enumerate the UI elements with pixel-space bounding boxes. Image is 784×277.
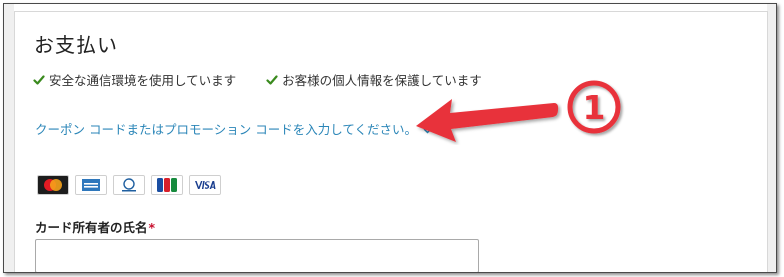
security-note-label: 安全な通信環境を使用しています (49, 73, 237, 88)
cardholder-name-input[interactable] (35, 239, 479, 272)
mastercard-logo (37, 175, 69, 195)
security-note-label: お客様の個人情報を保護しています (282, 73, 482, 88)
page-margin-left (4, 4, 14, 272)
security-note-connection: 安全な通信環境を使用しています (33, 70, 236, 89)
security-note-privacy: お客様の個人情報を保護しています (266, 70, 482, 89)
visa-logo (189, 175, 221, 195)
diners-club-logo (113, 175, 145, 195)
payment-panel: お支払い 安全な通信環境を使用しています お客様の個人情報を保護しています クー… (14, 11, 768, 272)
checkmark-icon (266, 74, 278, 85)
accepted-cards (37, 175, 227, 195)
security-notes: 安全な通信環境を使用しています お客様の個人情報を保護しています (33, 70, 512, 89)
required-mark: * (148, 220, 156, 235)
screenshot-frame: お支払い 安全な通信環境を使用しています お客様の個人情報を保護しています クー… (3, 3, 777, 273)
page-margin-right (767, 4, 776, 272)
cardholder-name-label: カード所有者の氏名* (35, 220, 156, 235)
coupon-code-link-label: クーポン コードまたはプロモーション コードを入力してください。 (35, 122, 417, 137)
amex-logo (75, 175, 107, 195)
annotation-number: 1 (583, 88, 606, 127)
coupon-code-link[interactable]: クーポン コードまたはプロモーション コードを入力してください。 (35, 119, 432, 138)
annotation-number-badge: 1 (567, 80, 621, 134)
jcb-logo (151, 175, 183, 195)
checkmark-icon (33, 74, 45, 85)
page-title: お支払い (34, 33, 118, 57)
red-arrow-annotation-icon (416, 99, 559, 142)
